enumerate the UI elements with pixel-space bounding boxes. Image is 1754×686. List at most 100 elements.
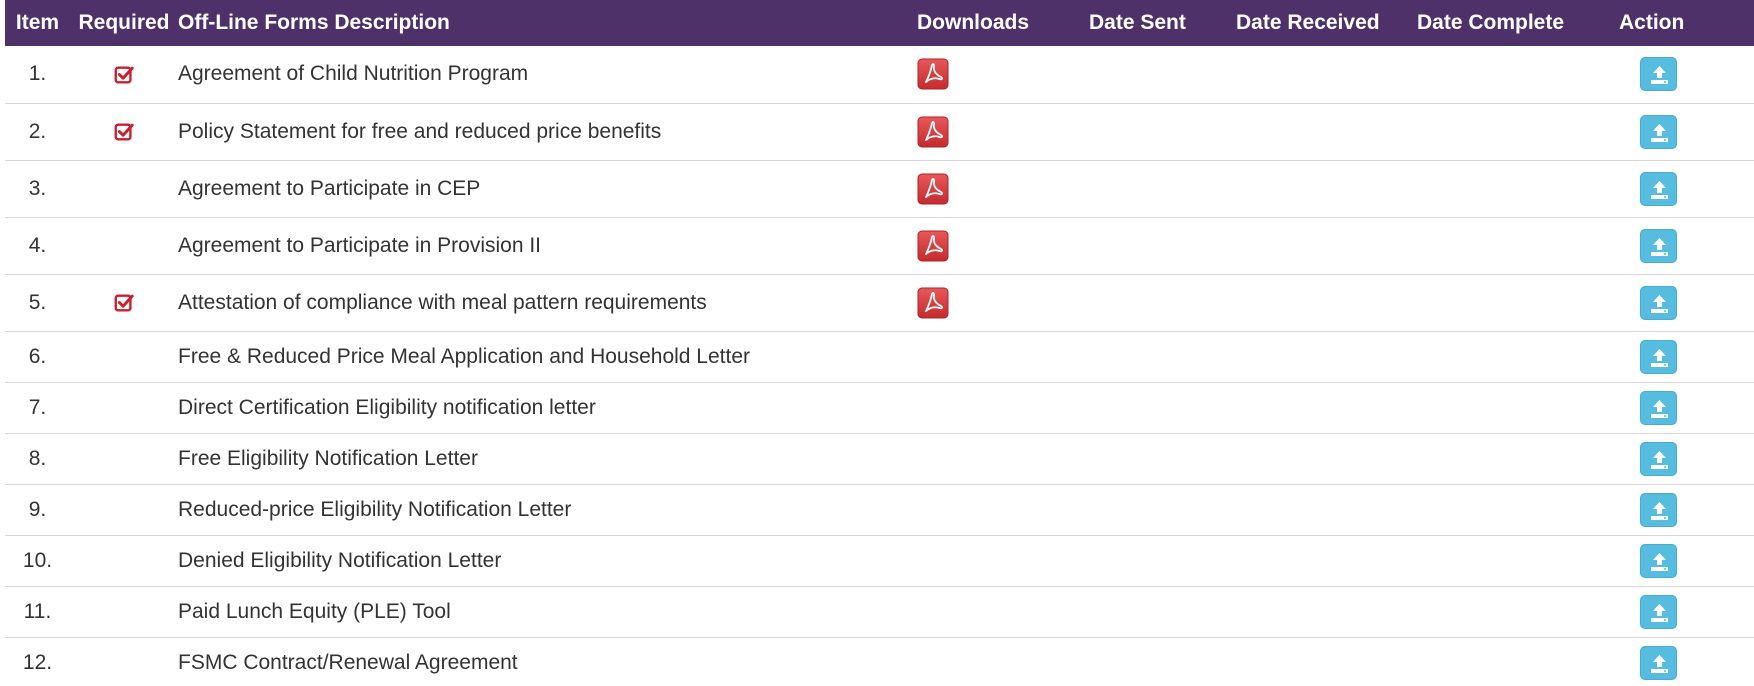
date-complete <box>1417 484 1619 535</box>
upload-button[interactable] <box>1640 441 1677 476</box>
required-cell <box>70 46 178 103</box>
item-number: 1. <box>28 62 47 86</box>
date-received <box>1236 433 1417 484</box>
form-description: Agreement of Child Nutrition Program <box>178 62 529 86</box>
upload-button[interactable] <box>1640 228 1677 263</box>
header-required: Required <box>78 11 170 34</box>
table-row: 2. Policy Statement for free and reduced … <box>5 103 1754 160</box>
item-number: 3. <box>28 176 47 200</box>
required-cell <box>70 433 178 484</box>
header-action: Action <box>1619 11 1685 34</box>
pdf-download-icon[interactable] <box>917 58 949 90</box>
date-sent <box>1089 46 1236 103</box>
required-cell <box>70 331 178 382</box>
table-header-row: Item Required Off-Line Forms Description… <box>5 0 1754 46</box>
date-sent <box>1089 274 1236 331</box>
date-received <box>1236 331 1417 382</box>
date-complete <box>1417 382 1619 433</box>
date-complete <box>1417 331 1619 382</box>
pdf-download-icon[interactable] <box>917 287 949 319</box>
date-sent <box>1089 433 1236 484</box>
item-number: 6. <box>28 344 47 368</box>
upload-button[interactable] <box>1640 543 1677 578</box>
upload-button[interactable] <box>1640 594 1677 629</box>
required-cell <box>70 160 178 217</box>
required-cell <box>70 217 178 274</box>
table-row: 10. Denied Eligibility Notification Lette… <box>5 535 1754 586</box>
date-complete <box>1417 46 1619 103</box>
table-row: 7. Direct Certification Eligibility notif… <box>5 382 1754 433</box>
date-sent <box>1089 382 1236 433</box>
form-description: Attestation of compliance with meal patt… <box>178 290 707 314</box>
header-date-sent: Date Sent <box>1089 11 1186 34</box>
header-date-received: Date Received <box>1236 11 1380 34</box>
action-cell <box>1619 103 1754 160</box>
date-received <box>1236 217 1417 274</box>
date-complete <box>1417 274 1619 331</box>
date-received <box>1236 160 1417 217</box>
table-row: 5. Attestation of compliance with meal pa… <box>5 274 1754 331</box>
table-body: 1. Agreement of Child Nutrition Program 2.… <box>5 46 1754 686</box>
date-complete <box>1417 535 1619 586</box>
table-row: 11. Paid Lunch Equity (PLE) Tool <box>5 586 1754 637</box>
item-number: 2. <box>28 119 47 143</box>
action-cell <box>1619 274 1754 331</box>
required-cell <box>70 637 178 686</box>
action-cell <box>1619 484 1754 535</box>
date-complete <box>1417 217 1619 274</box>
table-row: 8. Free Eligibility Notification Letter <box>5 433 1754 484</box>
item-number: 5. <box>28 290 47 314</box>
action-cell <box>1619 433 1754 484</box>
downloads-cell <box>917 217 1089 274</box>
upload-button[interactable] <box>1640 492 1677 527</box>
upload-button[interactable] <box>1640 339 1677 374</box>
offline-forms-panel: Item Required Off-Line Forms Description… <box>0 0 1754 686</box>
date-complete <box>1417 433 1619 484</box>
action-cell <box>1619 46 1754 103</box>
date-received <box>1236 484 1417 535</box>
item-number: 7. <box>28 395 47 419</box>
action-cell <box>1619 535 1754 586</box>
action-cell <box>1619 382 1754 433</box>
date-received <box>1236 382 1417 433</box>
pdf-download-icon[interactable] <box>917 230 949 262</box>
form-description: Agreement to Participate in Provision II <box>178 233 542 257</box>
form-description: Policy Statement for free and reduced pr… <box>178 119 662 143</box>
upload-button[interactable] <box>1640 171 1677 206</box>
form-description: Paid Lunch Equity (PLE) Tool <box>178 599 451 623</box>
offline-forms-table: Item Required Off-Line Forms Description… <box>5 0 1754 686</box>
upload-button[interactable] <box>1640 645 1677 680</box>
table-row: 6. Free & Reduced Price Meal Application … <box>5 331 1754 382</box>
date-sent <box>1089 331 1236 382</box>
form-description: Free Eligibility Notification Letter <box>178 446 478 470</box>
item-number: 8. <box>28 446 47 470</box>
header-downloads: Downloads <box>917 11 1030 34</box>
downloads-cell <box>917 160 1089 217</box>
upload-button[interactable] <box>1640 390 1677 425</box>
date-complete <box>1417 637 1619 686</box>
header-date-complete: Date Complete <box>1417 11 1565 34</box>
downloads-cell <box>917 331 1089 382</box>
downloads-cell <box>917 46 1089 103</box>
required-check-icon <box>113 292 135 314</box>
upload-button[interactable] <box>1640 285 1677 320</box>
date-complete <box>1417 103 1619 160</box>
item-number: 10. <box>22 548 53 572</box>
upload-button[interactable] <box>1640 114 1677 149</box>
upload-button[interactable] <box>1640 57 1677 92</box>
item-number: 9. <box>28 497 47 521</box>
pdf-download-icon[interactable] <box>917 173 949 205</box>
downloads-cell <box>917 535 1089 586</box>
action-cell <box>1619 160 1754 217</box>
pdf-download-icon[interactable] <box>917 116 949 148</box>
date-sent <box>1089 160 1236 217</box>
date-complete <box>1417 586 1619 637</box>
table-row: 1. Agreement of Child Nutrition Program <box>5 46 1754 103</box>
action-cell <box>1619 217 1754 274</box>
date-sent <box>1089 586 1236 637</box>
item-number: 4. <box>28 233 47 257</box>
date-sent <box>1089 535 1236 586</box>
downloads-cell <box>917 103 1089 160</box>
downloads-cell <box>917 382 1089 433</box>
date-received <box>1236 637 1417 686</box>
